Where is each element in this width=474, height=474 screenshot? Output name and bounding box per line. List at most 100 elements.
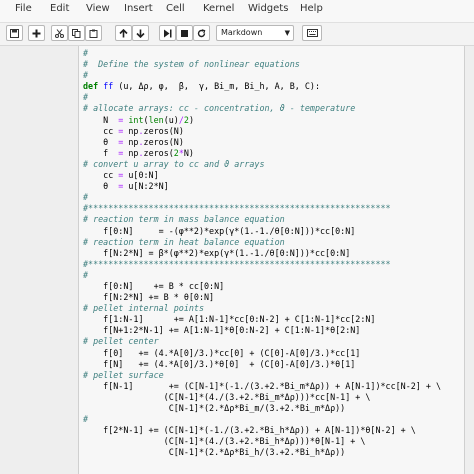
chevron-down-icon: ▼ (284, 29, 290, 37)
code-line: # pellet center (83, 336, 441, 347)
code-token: int (128, 114, 144, 125)
code-line: f[2*N-1] += (C[N-1]*(-1./(3.+2.*Bi_h*Δρ)… (83, 425, 441, 436)
code-token: θ (83, 181, 119, 192)
restart-button[interactable] (193, 25, 210, 41)
menu-edit[interactable]: Edit (50, 3, 69, 14)
plus-icon (32, 29, 41, 37)
code-token: ) (188, 114, 194, 125)
code-token: (u, Δρ, φ, β, γ, Bi_m, Bi_h, A, B, C): (113, 81, 321, 92)
code-line: # pellet internal points (83, 303, 441, 314)
menu-widgets[interactable]: Widgets (248, 3, 288, 14)
code-token: # pellet internal points (83, 303, 205, 314)
cell-type-select[interactable]: Markdown ▼ (216, 25, 294, 41)
code-token: np (123, 125, 139, 136)
code-line: #***************************************… (83, 259, 441, 270)
code-token: f[N:2*N] = β*(φ**2)*exp(γ*(1.-1./θ[0:N])… (83, 247, 351, 258)
move-down-button[interactable] (132, 25, 149, 41)
code-line: θ = u[N:2*N] (83, 181, 441, 192)
code-token: f[1:N-1] += A[1:N-1]*cc[0:N-2] + C[1:N-1… (83, 314, 376, 325)
code-line: (C[N-1]*(4./(3.+2.*Bi_m*Δρ)))*cc[N-1] + … (83, 392, 441, 403)
cell-type-value: Markdown (221, 28, 263, 37)
code-token: def (83, 81, 99, 92)
code-line: θ = np.zeros(N) (83, 137, 441, 148)
code-token: # (83, 48, 89, 58)
code-line: f[N] += (4.*A[0]/3.)*θ[0] + (C[0]-A[0]/3… (83, 359, 441, 370)
stop-button[interactable] (176, 25, 193, 41)
code-line: # reaction term in mass balance equation (83, 214, 441, 225)
code-line: # (83, 192, 441, 203)
menu-cell[interactable]: Cell (166, 3, 185, 14)
code-token: np (123, 136, 139, 147)
menu-help[interactable]: Help (300, 3, 323, 14)
menu-insert[interactable]: Insert (124, 3, 153, 14)
code-token: C[N-1]*(2.*Δρ*Bi_m/(3.+2.*Bi_m*Δρ)) (83, 403, 346, 413)
code-token: # pellet surface (83, 369, 164, 380)
code-line: # Define the system of nonlinear equatio… (83, 59, 441, 70)
code-line: # convert u array to cc and ϑ arrays (83, 159, 441, 170)
code-token: f[0:N] = -(φ**2)*exp(γ*(1.-1./θ[0:N]))*c… (83, 225, 356, 236)
copy-icon (72, 28, 81, 38)
code-token: zeros(N) (143, 136, 184, 147)
code-token: # convert u array to cc and ϑ arrays (83, 158, 265, 169)
code-line: # (83, 48, 441, 59)
code-token: f[N] += (4.*A[0]/3.)*θ[0] + (C[0]-A[0]/3… (83, 358, 356, 369)
move-up-button[interactable] (115, 25, 132, 41)
code-token: N (83, 114, 119, 125)
code-line: # reaction term in heat balance equation (83, 237, 441, 248)
code-line: f = np.zeros(2*N) (83, 148, 441, 159)
menu-view[interactable]: View (86, 3, 110, 14)
code-line: f[N+1:2*N-1] += A[1:N-1]*θ[0:N-2] + C[1:… (83, 325, 441, 336)
code-line: f[N:2*N] = β*(φ**2)*exp(γ*(1.-1./θ[0:N])… (83, 248, 441, 259)
code-line: # pellet surface (83, 370, 441, 381)
code-token: # reaction term in heat balance equation (83, 236, 285, 247)
command-palette-button[interactable] (302, 25, 322, 41)
code-line: C[N-1]*(2.*Δρ*Bi_m/(3.+2.*Bi_m*Δρ)) (83, 403, 441, 414)
code-line: # (83, 92, 441, 103)
code-token: #***************************************… (83, 203, 391, 214)
code-cell[interactable]: # # Define the system of nonlinear equati… (78, 46, 465, 474)
arrow-down-icon (136, 29, 145, 38)
code-token: C[N-1]*(2.*Δρ*Bi_h/(3.+2.*Bi_h*Δρ)) (83, 447, 346, 458)
save-button[interactable] (6, 25, 23, 41)
code-token: # allocate arrays: cc - concentration, ϑ… (83, 103, 356, 114)
code-token: # (83, 192, 89, 203)
stop-icon (181, 29, 188, 37)
code-token: u[N:2*N] (123, 181, 169, 192)
code-line: C[N-1]*(2.*Δρ*Bi_h/(3.+2.*Bi_h*Δρ)) (83, 447, 441, 458)
code-token: # (83, 414, 89, 425)
menubar: File Edit View Insert Cell Kernel Widget… (0, 0, 474, 23)
step-forward-icon (164, 29, 172, 37)
save-icon (10, 28, 19, 38)
code-token: f[N+1:2*N-1] += A[1:N-1]*θ[0:N-2] + C[1:… (83, 325, 361, 336)
code-token: f[2*N-1] += (C[N-1]*(-1./(3.+2.*Bi_h*Δρ)… (83, 425, 416, 436)
scissors-icon (55, 28, 64, 38)
clipboard-icon (89, 29, 98, 38)
code-editor[interactable]: # # Define the system of nonlinear equati… (83, 48, 441, 458)
code-token: # (83, 269, 89, 280)
code-token: (C[N-1]*(4./(3.+2.*Bi_h*Δρ)))*θ[N-1] + \ (83, 436, 366, 447)
run-button[interactable] (159, 25, 176, 41)
refresh-icon (197, 28, 206, 37)
code-token: zeros(N) (143, 125, 184, 136)
code-line: f[1:N-1] += A[1:N-1]*cc[0:N-2] + C[1:N-1… (83, 314, 441, 325)
paste-button[interactable] (85, 25, 102, 41)
code-token: #***************************************… (83, 258, 391, 269)
code-line: cc = np.zeros(N) (83, 126, 441, 137)
add-cell-button[interactable] (28, 25, 45, 41)
menu-file[interactable]: File (15, 3, 32, 14)
code-token: f[0:N] += B * cc[0:N] (83, 280, 225, 291)
menu-kernel[interactable]: Kernel (203, 3, 234, 14)
code-token: f (83, 147, 119, 158)
cut-button[interactable] (51, 25, 68, 41)
copy-button[interactable] (68, 25, 85, 41)
code-line: def ff (u, Δρ, φ, β, γ, Bi_m, Bi_h, A, B… (83, 81, 441, 92)
code-line: f[0] += (4.*A[0]/3.)*cc[0] + (C[0]-A[0]/… (83, 348, 441, 359)
code-token: θ (83, 136, 119, 147)
code-line: # (83, 270, 441, 281)
notebook-area: # # Define the system of nonlinear equati… (0, 46, 474, 474)
code-token: # reaction term in mass balance equation (83, 214, 285, 225)
code-token: u[0:N] (123, 170, 159, 181)
code-token: f[N:2*N] += B * θ[0:N] (83, 292, 215, 303)
keyboard-icon (306, 29, 318, 37)
code-line: #***************************************… (83, 203, 441, 214)
